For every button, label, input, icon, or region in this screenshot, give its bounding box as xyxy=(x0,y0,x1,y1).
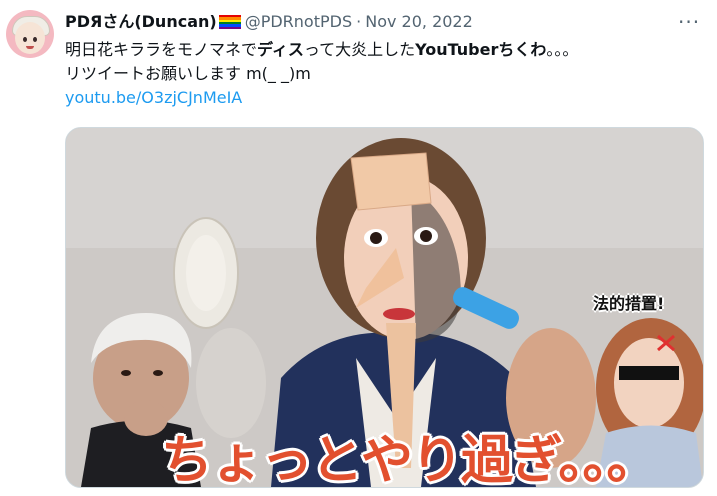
text-segment-bold: YouTuberちくわ xyxy=(415,40,547,59)
avatar-face xyxy=(15,22,45,54)
avatar-eye xyxy=(33,37,37,42)
tweet-media-image[interactable]: 法的措置! ちょっとやり過ぎ。。。 xyxy=(65,127,704,488)
tweet-link[interactable]: youtu.be/O3zjCJnMeIA xyxy=(65,86,578,110)
avatar[interactable] xyxy=(6,10,54,58)
tweet-text-line-2: リツイートお願いします m(_ _)m xyxy=(65,64,311,83)
more-dots-icon[interactable]: ··· xyxy=(678,10,700,34)
text-segment: 明日花キララをモノマネで xyxy=(65,40,258,59)
tweet-date[interactable]: Nov 20, 2022 xyxy=(365,11,473,33)
text-segment-bold: ディス xyxy=(257,40,304,59)
text-segment: 。。。 xyxy=(546,40,579,59)
display-name[interactable]: PDЯさん(Duncan) xyxy=(65,11,217,33)
avatar-eye xyxy=(23,37,27,42)
legal-action-text: 法的措置! xyxy=(593,294,665,313)
text-segment: って大炎上した xyxy=(303,40,416,59)
tweet-text: 明日花キララをモノマネでディスって大炎上したYouTuberちくわ。。。 リツイ… xyxy=(65,38,578,110)
separator-dot: · xyxy=(356,12,362,31)
rainbow-flag-icon xyxy=(218,15,241,29)
tweet-header: PDЯさん(Duncan) @PDRnotPDS · Nov 20, 2022 xyxy=(65,11,473,33)
user-handle[interactable]: @PDRnotPDS xyxy=(245,11,352,33)
tweet-text-line-1: 明日花キララをモノマネでディスって大炎上したYouTuberちくわ。。。 xyxy=(65,38,578,62)
thumbnail-caption: ちょっとやり過ぎ。。。 xyxy=(161,431,658,488)
